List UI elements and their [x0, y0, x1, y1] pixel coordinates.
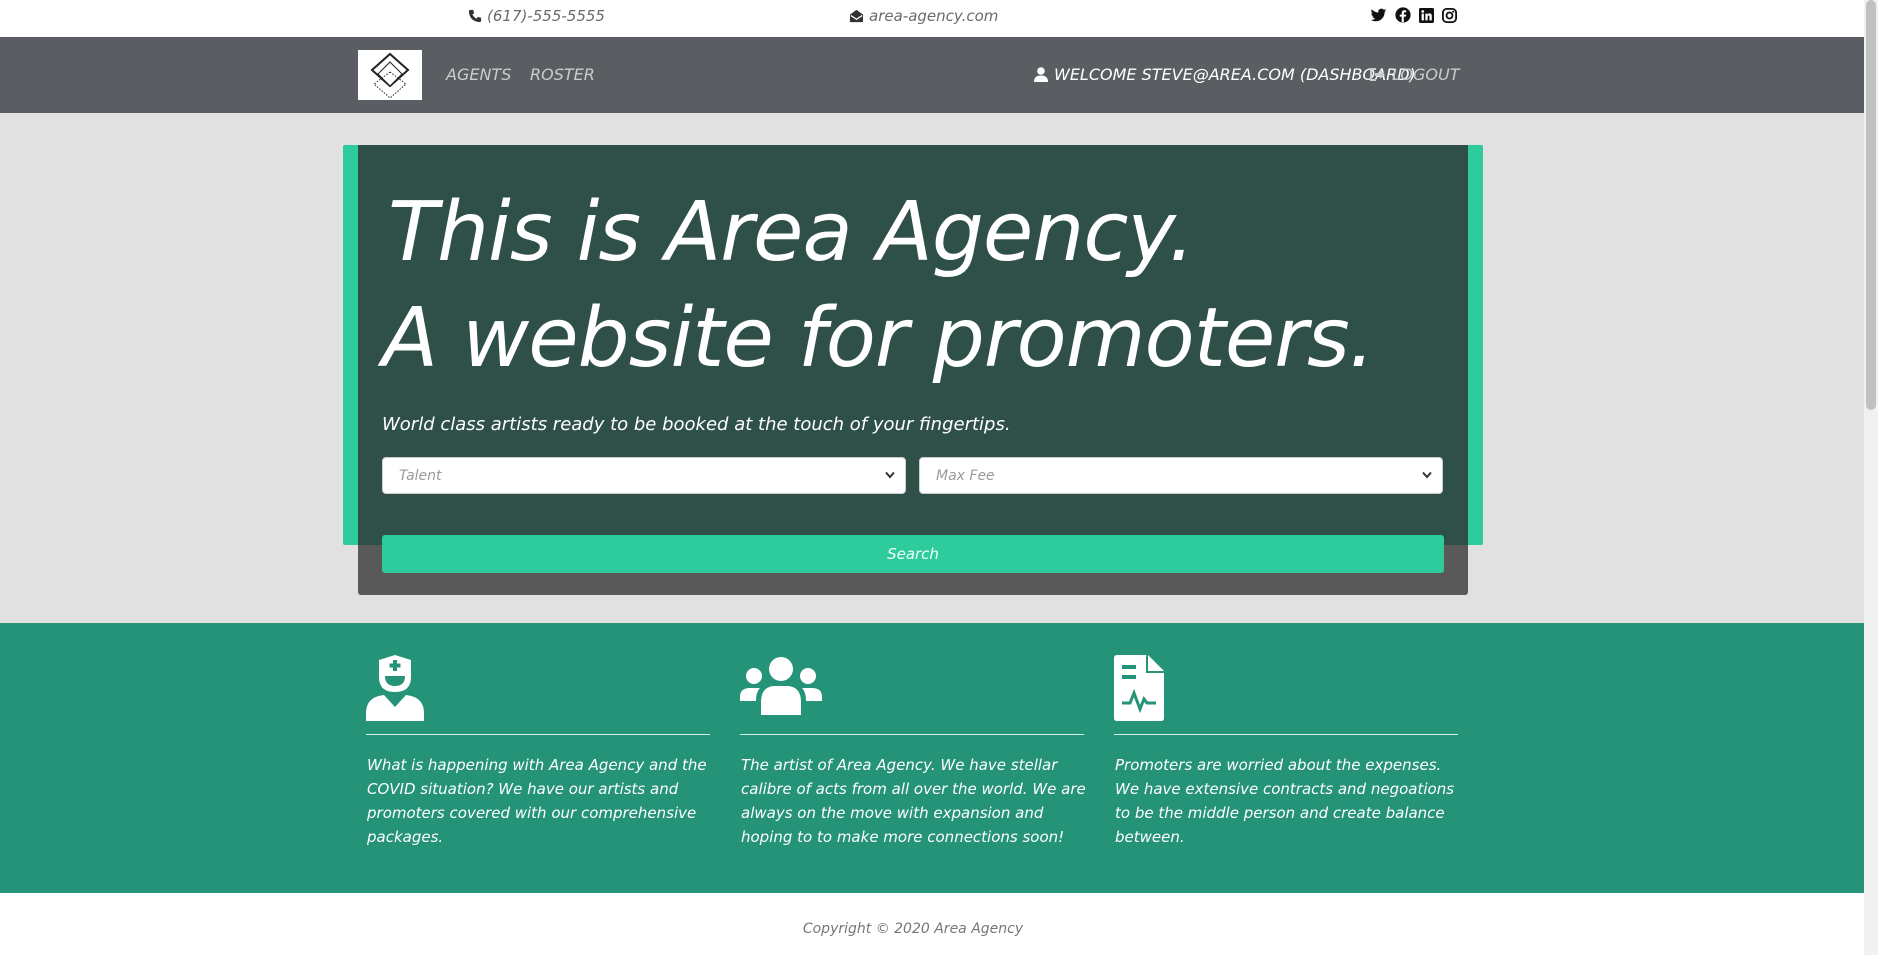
site-footer: Copyright © 2020 Area Agency — [0, 893, 1864, 955]
copyright-text: Copyright © 2020 Area Agency — [802, 921, 1024, 937]
email-address: area-agency.com — [869, 7, 999, 25]
users-icon — [740, 657, 822, 715]
features-section: What is happening with Area Agency and t… — [0, 623, 1864, 893]
phone-contact[interactable]: (617)-555-5555 — [468, 7, 605, 25]
feature-3-divider — [1114, 734, 1458, 735]
twitter-icon[interactable] — [1370, 8, 1387, 23]
welcome-text: WELCOME STEVE@AREA.COM (DASHBOARD) — [1054, 65, 1416, 84]
sign-out-icon — [1370, 68, 1385, 81]
site-logo[interactable] — [358, 50, 422, 100]
chevron-down-icon — [885, 471, 895, 479]
logout-link[interactable]: LOGOUT — [1370, 65, 1460, 84]
feature-1-text: What is happening with Area Agency and t… — [367, 756, 707, 846]
logo-mark — [370, 52, 410, 99]
social-links — [1370, 7, 1457, 23]
feature-1-divider — [366, 734, 710, 735]
logout-label: LOGOUT — [1392, 65, 1460, 84]
facebook-icon[interactable] — [1395, 7, 1411, 23]
feature-1-icon — [366, 655, 424, 725]
headline-line-2: A website for promoters. — [382, 291, 1375, 386]
feature-3-text: Promoters are worried about the expenses… — [1115, 756, 1455, 846]
contact-bar: (617)-555-5555 area-agency.com — [0, 0, 1864, 37]
phone-icon — [468, 9, 482, 23]
max-fee-select[interactable]: Max Fee — [919, 457, 1443, 494]
feature-2-icon — [740, 657, 822, 719]
envelope-icon — [849, 9, 864, 23]
phone-number: (617)-555-5555 — [487, 7, 605, 25]
linkedin-icon[interactable] — [1419, 7, 1434, 23]
hero-tagline: World class artists ready to be booked a… — [382, 414, 1011, 435]
talent-select-value: Talent — [399, 468, 442, 484]
feature-2-text: The artist of Area Agency. We have stell… — [741, 756, 1086, 846]
feature-2-divider — [740, 734, 1084, 735]
instagram-icon[interactable] — [1442, 7, 1457, 23]
max-fee-select-value: Max Fee — [936, 468, 995, 484]
nav-roster-link[interactable]: ROSTER — [530, 65, 595, 84]
feature-3-icon — [1114, 655, 1164, 725]
nurse-icon — [366, 655, 424, 721]
search-button[interactable]: Search — [382, 535, 1444, 573]
file-medical-icon — [1114, 655, 1164, 721]
hero-headline: This is Area Agency. A website for promo… — [382, 180, 1375, 392]
main-navbar: AGENTS ROSTER WELCOME STEVE@AREA.COM (DA… — [0, 37, 1864, 113]
nav-agents-link[interactable]: AGENTS — [446, 65, 511, 84]
headline-line-1: This is Area Agency. — [388, 185, 1195, 280]
email-contact[interactable]: area-agency.com — [849, 7, 998, 25]
scrollbar-thumb[interactable] — [1866, 0, 1876, 410]
welcome-dashboard-link[interactable]: WELCOME STEVE@AREA.COM (DASHBOARD) — [1034, 65, 1416, 84]
chevron-down-icon — [1422, 471, 1432, 479]
user-icon — [1034, 67, 1048, 82]
talent-select[interactable]: Talent — [382, 457, 906, 494]
